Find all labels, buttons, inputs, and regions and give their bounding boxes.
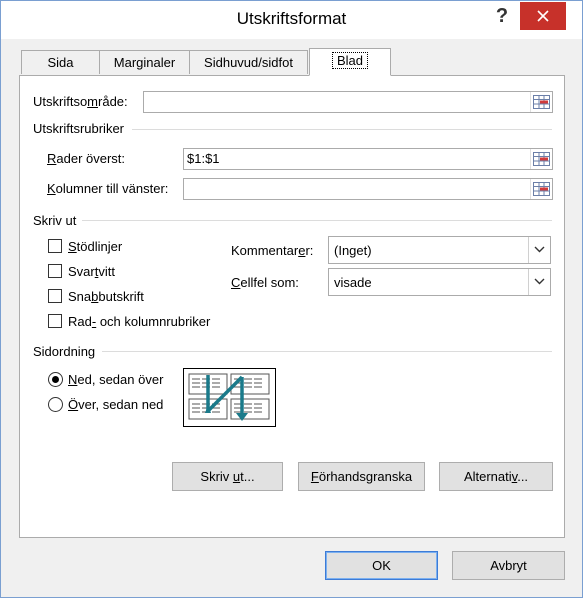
down-then-over-label: Ned, sedan över [68, 372, 164, 387]
options-button[interactable]: Alternativ... [439, 462, 553, 491]
row-column-headings-label: Rad- och kolumnrubriker [68, 314, 211, 329]
divider [82, 220, 552, 221]
cell-errors-value: visade [334, 275, 372, 290]
print-button[interactable]: Skriv ut... [172, 462, 283, 491]
range-select-icon [533, 152, 550, 166]
page-order-preview [183, 368, 276, 427]
print-area-collapse-button[interactable] [530, 92, 552, 112]
columns-collapse-button[interactable] [530, 179, 552, 199]
down-then-over-radio[interactable] [48, 372, 63, 387]
over-then-down-radio[interactable] [48, 397, 63, 412]
close-icon [537, 10, 549, 22]
print-area-label: Utskriftsområde: [33, 94, 128, 109]
comments-dropdown-button[interactable] [528, 237, 550, 263]
range-select-icon [533, 95, 550, 109]
cancel-button[interactable]: Avbryt [452, 551, 565, 580]
dialog-body: Sida Marginaler Sidhuvud/sidfot Blad Uts… [1, 39, 582, 597]
comments-value: (Inget) [334, 243, 372, 258]
tab-blad[interactable]: Blad [309, 48, 391, 76]
tab-label: Marginaler [113, 55, 176, 70]
tab-label: Sida [47, 55, 74, 70]
print-preview-button[interactable]: Förhandsgranska [298, 462, 425, 491]
tab-marginaler[interactable]: Marginaler [99, 50, 190, 74]
cell-errors-label: Cellfel som: [231, 275, 299, 290]
print-area-input[interactable] [143, 91, 553, 113]
columns-to-repeat-input[interactable] [183, 178, 553, 200]
cell-errors-dropdown-button[interactable] [528, 269, 550, 295]
black-and-white-checkbox[interactable] [48, 264, 62, 278]
comments-select[interactable]: (Inget) [328, 236, 551, 264]
sheet-tab-panel: Utskriftsområde: Utskriftsrubriker Rader… [19, 75, 565, 538]
rows-to-repeat-label: Rader överst: [47, 151, 126, 166]
gridlines-checkbox[interactable] [48, 239, 62, 253]
comments-label: Kommentarer: [231, 243, 314, 258]
tab-label: Blad [331, 52, 369, 69]
divider [102, 351, 552, 352]
help-button[interactable]: ? [491, 5, 513, 29]
tab-label: Sidhuvud/sidfot [204, 55, 293, 70]
page-setup-dialog: Utskriftsformat ? Sida Marginaler Sidhuv… [0, 0, 583, 598]
ok-button[interactable]: OK [325, 551, 438, 580]
print-titles-heading: Utskriftsrubriker [33, 121, 125, 136]
gridlines-label: Stödlinjer [68, 239, 123, 254]
tab-sidhuvud-sidfot[interactable]: Sidhuvud/sidfot [189, 50, 308, 74]
page-order-heading: Sidordning [33, 344, 96, 359]
rows-to-repeat-input[interactable]: $1:$1 [183, 148, 553, 170]
draft-quality-label: Snabbutskrift [68, 289, 144, 304]
columns-to-repeat-label: Kolumner till vänster: [47, 181, 169, 196]
divider [132, 129, 552, 130]
tab-sida[interactable]: Sida [21, 50, 100, 74]
chevron-down-icon [534, 278, 545, 285]
close-button[interactable] [520, 2, 566, 30]
page-order-diagram-icon [188, 373, 270, 421]
cell-errors-select[interactable]: visade [328, 268, 551, 296]
range-select-icon [533, 182, 550, 196]
rows-collapse-button[interactable] [530, 149, 552, 169]
black-and-white-label: Svartvitt [68, 264, 115, 279]
title-bar: Utskriftsformat ? [1, 1, 582, 39]
over-then-down-label: Över, sedan ned [68, 397, 164, 412]
row-column-headings-checkbox[interactable] [48, 314, 62, 328]
chevron-down-icon [534, 246, 545, 253]
print-heading: Skriv ut [33, 213, 77, 228]
draft-quality-checkbox[interactable] [48, 289, 62, 303]
